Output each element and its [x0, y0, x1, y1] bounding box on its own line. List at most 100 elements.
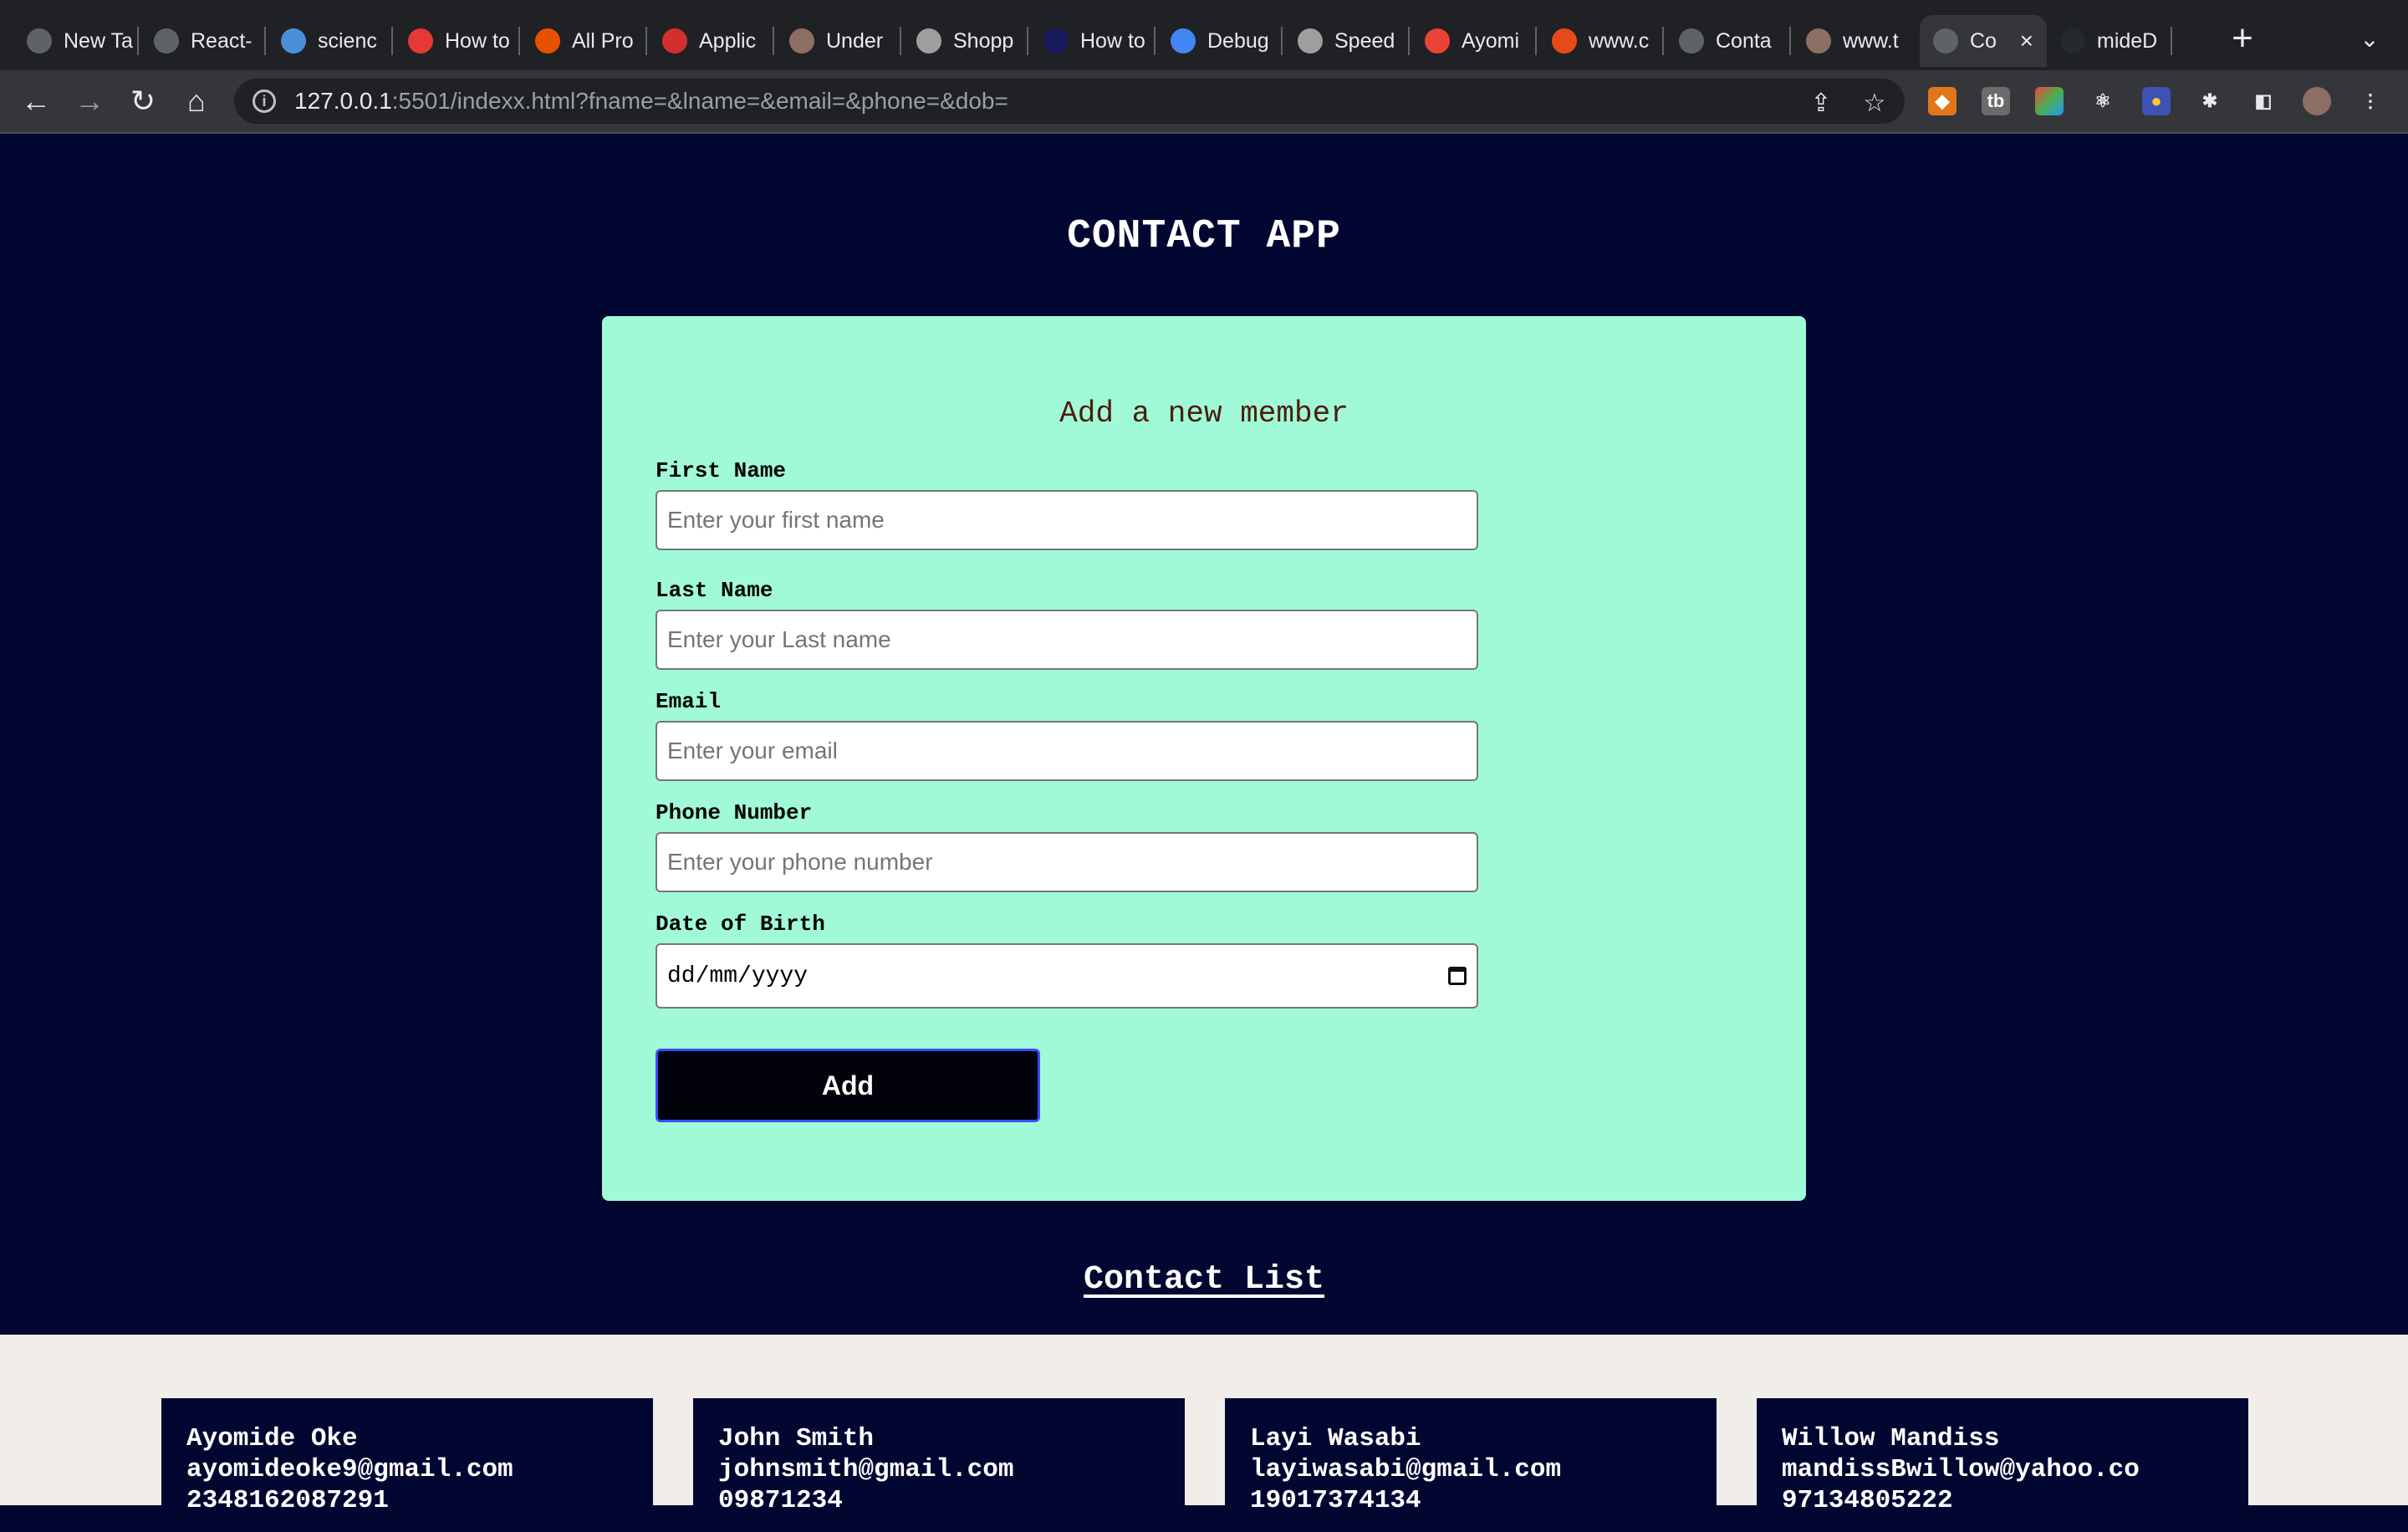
contact-email: layiwasabi@gmail.com — [1250, 1455, 1562, 1484]
contact-card: John Smith johnsmith@gmail.com 09871234 — [693, 1398, 1185, 1532]
tab-separator — [2171, 27, 2172, 55]
tab-label: Applic — [699, 28, 757, 53]
browser-toolbar: ← → ↻ ⌂ i 127.0.0.1 :5501/indexx.html?fn… — [0, 70, 2408, 134]
email-input[interactable] — [656, 721, 1478, 781]
bookmark-star-icon[interactable]: ☆ — [1860, 89, 1890, 118]
forward-arrow-icon[interactable]: → — [70, 82, 109, 120]
tab-separator — [645, 27, 647, 55]
first-name-input[interactable] — [656, 490, 1478, 550]
tab-label: www.t — [1843, 28, 1899, 53]
tab-separator — [1662, 27, 1664, 55]
tab-label: New Ta — [64, 28, 133, 53]
fire-icon — [1552, 28, 1577, 54]
contact-email: mandissBwillow@yahoo.co — [1782, 1455, 2140, 1484]
share-icon[interactable]: ⇪ — [1806, 89, 1836, 118]
url-host: 127.0.0.1 — [294, 88, 392, 114]
browser-tab[interactable]: Shopp — [903, 15, 1023, 67]
last-name-label: Last Name — [656, 578, 773, 603]
address-bar[interactable]: i 127.0.0.1 :5501/indexx.html?fname=&lna… — [234, 79, 1905, 124]
add-button[interactable]: Add — [656, 1049, 1040, 1122]
mascot-icon — [1806, 28, 1831, 54]
tab-separator — [900, 27, 901, 55]
home-icon[interactable]: ⌂ — [177, 82, 216, 120]
dob-value: dd/mm/yyyy — [667, 963, 809, 989]
tab-label: React- — [191, 28, 253, 53]
browser-tab[interactable]: Conta — [1666, 15, 1786, 67]
last-name-input[interactable] — [656, 610, 1478, 670]
metamask-extension-icon[interactable]: ◆ — [1928, 87, 1956, 115]
react-devtools-icon[interactable]: ⚛ — [2089, 87, 2117, 115]
browser-tab[interactable]: All Pro — [522, 15, 642, 67]
u-logo-icon — [535, 28, 560, 54]
new-tab-button[interactable]: + — [2224, 20, 2261, 59]
tab-label: Speed — [1334, 28, 1395, 53]
tab-separator — [137, 27, 139, 55]
contact-phone: 97134805222 — [1782, 1486, 1953, 1515]
page-icon — [916, 28, 941, 54]
contact-card: Ayomide Oke ayomideoke9@gmail.com 234816… — [161, 1398, 653, 1532]
tab-active[interactable]: Co × — [1920, 15, 2047, 67]
tab-label: Conta — [1716, 28, 1772, 53]
tb-extension-icon[interactable]: tb — [1982, 87, 2010, 115]
contact-email: johnsmith@gmail.com — [718, 1455, 1014, 1484]
flask-icon — [281, 28, 306, 54]
extensions-puzzle-icon[interactable]: ✱ — [2196, 87, 2224, 115]
tab-label: How to — [445, 28, 510, 53]
tab-separator — [1027, 27, 1028, 55]
browser-tab[interactable]: mideD — [2047, 15, 2167, 67]
tab-label: Co — [1970, 28, 1997, 53]
square-icon — [154, 28, 179, 54]
dob-input[interactable]: dd/mm/yyyy — [656, 943, 1478, 1009]
contact-name: Ayomide Oke — [186, 1424, 358, 1453]
browser-tab[interactable]: Applic — [649, 15, 769, 67]
browser-tab[interactable]: www.c — [1538, 15, 1659, 67]
tab-separator — [1281, 27, 1283, 55]
browser-tab[interactable]: React- — [140, 15, 261, 67]
color-picker-extension-icon[interactable] — [2035, 87, 2064, 115]
browser-tab[interactable]: scienc — [268, 15, 388, 67]
tab-label: Under — [826, 28, 884, 53]
reload-icon[interactable]: ↻ — [124, 82, 162, 120]
chrome-icon — [1171, 28, 1196, 54]
doc-icon — [1298, 28, 1323, 54]
site-info-icon[interactable]: i — [253, 89, 276, 113]
browser-menu-icon[interactable]: ⋮ — [2356, 87, 2385, 115]
contact-phone: 19017374134 — [1250, 1486, 1421, 1515]
phone-label: Phone Number — [656, 800, 813, 825]
lambda-icon — [1043, 28, 1069, 54]
browser-tab[interactable]: How to — [395, 15, 515, 67]
tab-separator — [1535, 27, 1537, 55]
contact-list-title: Contact List — [1083, 1261, 1325, 1299]
tab-label: How to — [1080, 28, 1145, 53]
browser-tab[interactable]: www.t — [1793, 15, 1913, 67]
dob-label: Date of Birth — [656, 912, 825, 937]
browser-tab[interactable]: Speed — [1284, 15, 1405, 67]
calendar-icon[interactable] — [1448, 967, 1467, 985]
contact-name: John Smith — [718, 1424, 875, 1453]
back-arrow-icon[interactable]: ← — [17, 82, 55, 120]
contact-phone: 09871234 — [718, 1486, 843, 1515]
browser-tab[interactable]: Ayomi — [1411, 15, 1532, 67]
browser-tab[interactable]: Debug — [1157, 15, 1278, 67]
badge-extension-icon[interactable]: ● — [2142, 87, 2171, 115]
cat-icon — [408, 28, 433, 54]
contact-card: Layi Wasabi layiwasabi@gmail.com 1901737… — [1225, 1398, 1717, 1532]
tab-search-chevron-icon[interactable]: ⌄ — [2354, 25, 2385, 55]
github-icon — [2060, 28, 2085, 54]
email-label: Email — [656, 689, 722, 714]
tab-separator — [264, 27, 266, 55]
tab-label: Shopp — [953, 28, 1014, 53]
browser-tab[interactable]: New Ta — [13, 15, 134, 67]
profile-avatar[interactable] — [2303, 87, 2331, 115]
phone-input[interactable] — [656, 832, 1478, 892]
tab-label: All Pro — [572, 28, 634, 53]
contact-list: Ayomide Oke ayomideoke9@gmail.com 234816… — [0, 1335, 2408, 1532]
browser-tab[interactable]: Under — [776, 15, 896, 67]
side-panel-icon[interactable]: ◧ — [2249, 87, 2278, 115]
close-tab-icon[interactable]: × — [2020, 28, 2033, 54]
tab-label: mideD — [2097, 28, 2158, 53]
browser-tab[interactable]: How to — [1030, 15, 1150, 67]
contact-email: ayomideoke9@gmail.com — [186, 1455, 513, 1484]
tab-separator — [1789, 27, 1791, 55]
tab-separator — [1154, 27, 1156, 55]
